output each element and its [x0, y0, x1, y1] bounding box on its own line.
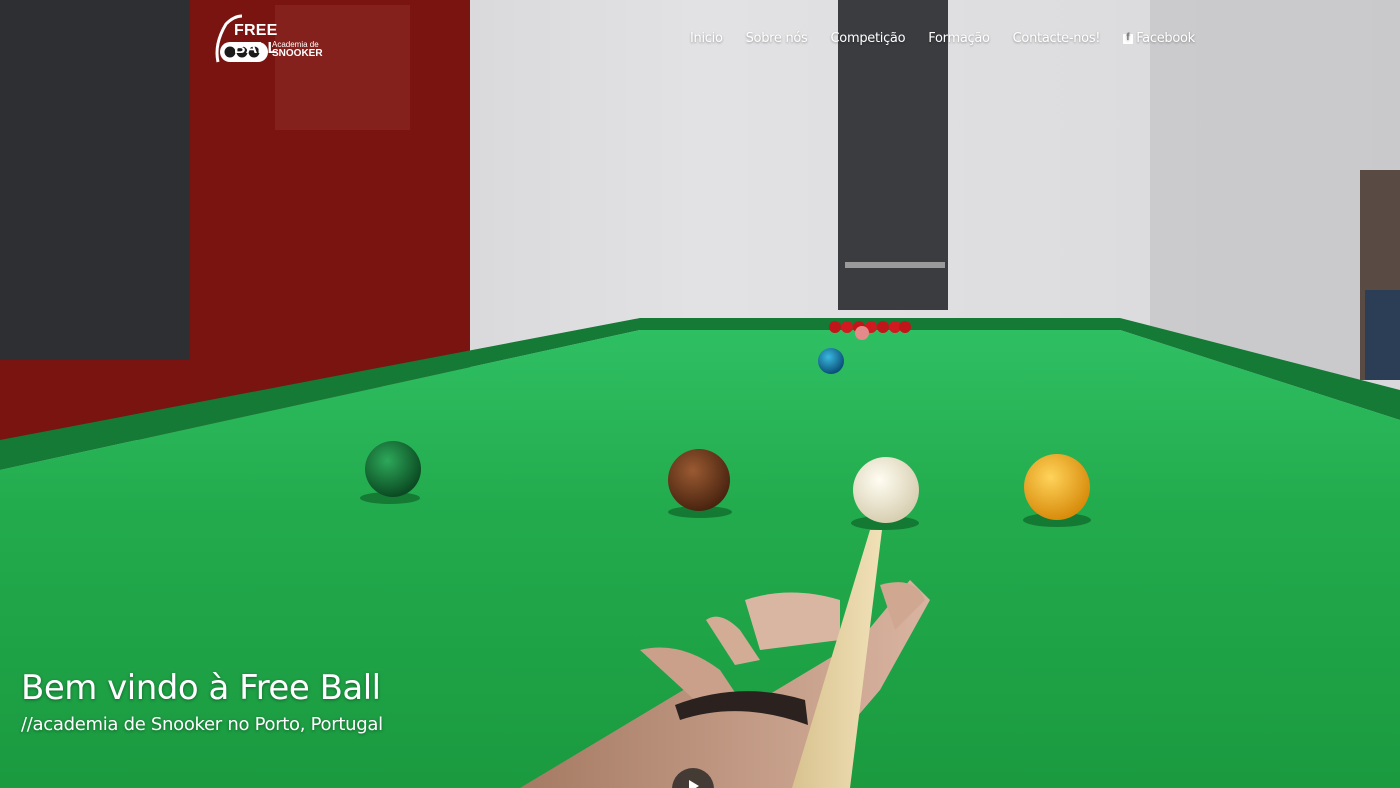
nav-item-facebook[interactable]: Facebook — [1123, 31, 1195, 46]
facebook-icon — [1123, 32, 1134, 44]
brand-logo[interactable]: FREE BALL Academia de SNOOKER — [212, 14, 324, 66]
nav-item-contacte-nos[interactable]: Contacte-nos! — [1013, 31, 1101, 46]
nav-item-formacao[interactable]: Formação — [928, 31, 990, 46]
hero-title: Bem vindo à Free Ball — [21, 668, 381, 708]
nav-item-inicio[interactable]: Inicio — [690, 31, 723, 46]
main-nav: Inicio Sobre nós Competição Formação Con… — [690, 31, 1195, 46]
nav-item-sobre-nos[interactable]: Sobre nós — [746, 31, 808, 46]
hero-section: FREE BALL Academia de SNOOKER Inicio Sob… — [0, 0, 1400, 788]
hero-subtitle: //academia de Snooker no Porto, Portugal — [21, 714, 383, 735]
nav-item-competicao[interactable]: Competição — [831, 31, 906, 46]
brand-sub-snooker: SNOOKER — [272, 48, 323, 59]
nav-item-facebook-label: Facebook — [1136, 31, 1195, 46]
